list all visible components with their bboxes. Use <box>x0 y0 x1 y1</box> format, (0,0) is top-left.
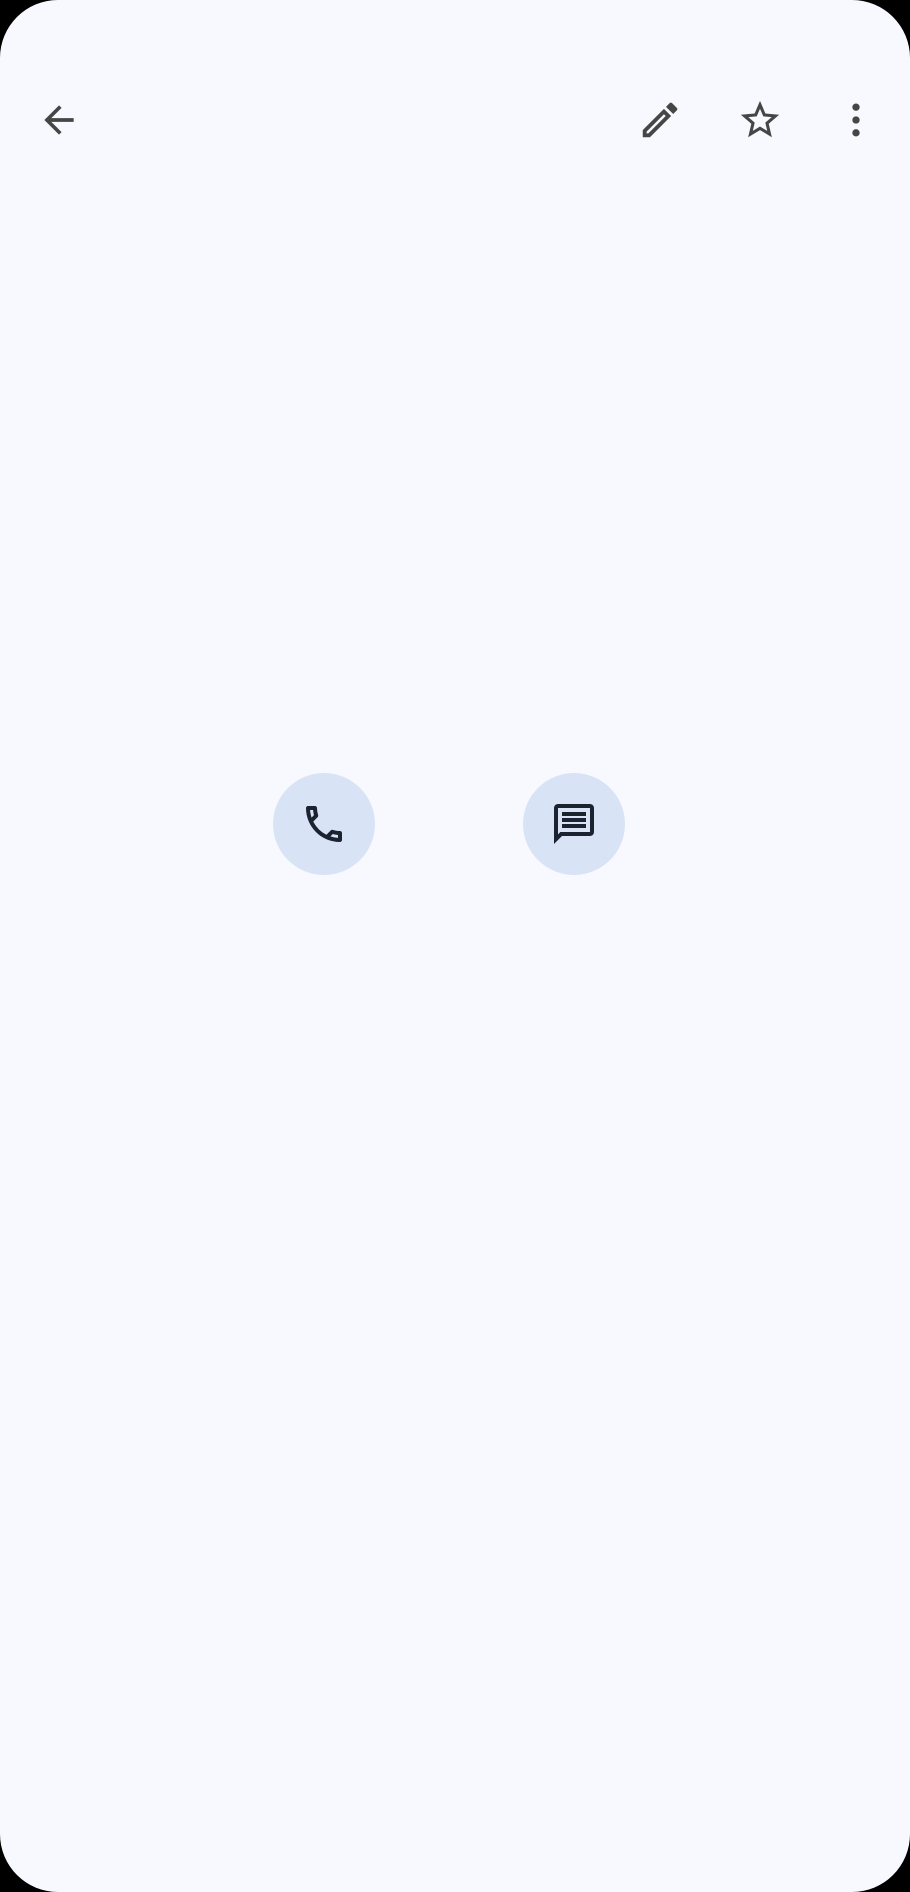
pencil-icon <box>642 102 678 138</box>
back-button[interactable] <box>15 76 103 164</box>
more-options-button[interactable] <box>812 76 900 164</box>
star-outline-icon <box>740 100 780 138</box>
phone-icon <box>306 806 342 842</box>
call-button[interactable] <box>273 773 375 875</box>
message-button[interactable] <box>523 773 625 875</box>
contact-details-screen <box>0 0 910 1892</box>
top-app-bar <box>0 0 910 240</box>
message-icon <box>554 804 594 844</box>
more-vert-icon <box>852 103 860 137</box>
edit-contact-button[interactable] <box>616 76 704 164</box>
favorite-button[interactable] <box>716 76 804 164</box>
arrow-back-icon <box>44 105 74 135</box>
